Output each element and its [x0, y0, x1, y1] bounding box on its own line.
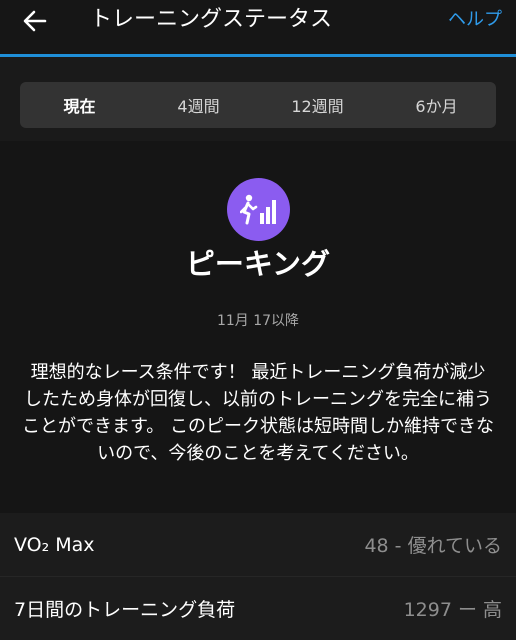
status-name: ピーキング	[185, 247, 331, 281]
training-status-panel: ピーキング 11月 17以降 理想的なレース条件です！ 最近トレーニング負荷が減…	[0, 141, 516, 513]
metric-value: 48 - 優れている	[364, 535, 502, 557]
metric-row-vo2max[interactable]: VO₂ Max 48 - 優れている	[0, 513, 516, 576]
app-header: トレーニングステータス ヘルプ	[0, 0, 516, 54]
metric-label: 7日間のトレーニング負荷	[14, 599, 236, 621]
status-icon-badge	[227, 178, 290, 241]
metric-value: 1297 ー 高	[403, 599, 502, 621]
tab-12-weeks[interactable]: 12週間	[258, 82, 377, 128]
tab-6-months[interactable]: 6か月	[377, 82, 496, 128]
back-button[interactable]	[18, 6, 52, 36]
page-title: トレーニングステータス	[90, 7, 333, 32]
status-date: 11月 17以降	[216, 313, 300, 329]
peaking-runner-icon	[239, 194, 276, 224]
status-description: 理想的なレース条件です！ 最近トレーニング負荷が減少したため身体が回復し、以前の…	[22, 362, 494, 464]
period-tabs-area: 現在 4週間 12週間 6か月	[0, 57, 516, 141]
tab-current[interactable]: 現在	[20, 82, 139, 128]
period-tabs: 現在 4週間 12週間 6か月	[20, 82, 496, 128]
metric-row-training-load[interactable]: 7日間のトレーニング負荷 1297 ー 高	[0, 577, 516, 640]
arrow-left-icon	[23, 10, 47, 32]
tab-4-weeks[interactable]: 4週間	[139, 82, 258, 128]
metric-label: VO₂ Max	[14, 533, 95, 556]
help-link[interactable]: ヘルプ	[448, 6, 502, 34]
